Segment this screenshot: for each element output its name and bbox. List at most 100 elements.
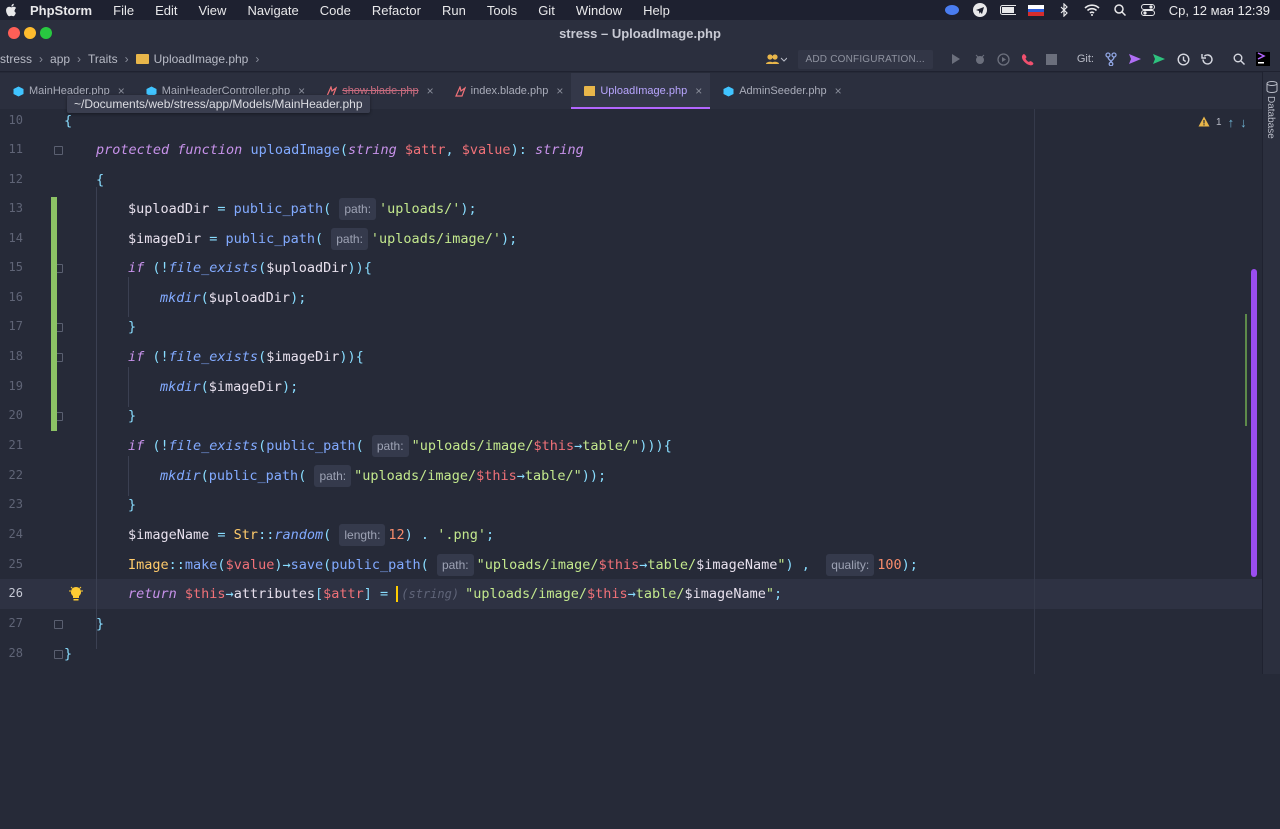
code-line-23: } xyxy=(128,495,136,515)
coverage-icon[interactable] xyxy=(993,49,1015,69)
close-tab-icon[interactable]: × xyxy=(556,84,563,98)
indent-guide xyxy=(96,187,97,649)
menu-view[interactable]: View xyxy=(198,3,226,18)
php-class-icon xyxy=(13,86,24,97)
flag-ru-icon[interactable] xyxy=(1028,3,1044,17)
breadcrumb-app[interactable]: app xyxy=(50,52,70,66)
menu-tools[interactable]: Tools xyxy=(487,3,517,18)
number-literal: 12 xyxy=(388,525,404,545)
code-line-28: } xyxy=(64,644,72,664)
code-line-22: mkdir(public_path( path:"uploads/image/$… xyxy=(160,466,606,486)
close-tab-icon[interactable]: × xyxy=(427,84,434,98)
menubar-clock[interactable]: Ср, 12 мая 12:39 xyxy=(1169,3,1270,18)
menu-run[interactable]: Run xyxy=(442,3,466,18)
param-hint-quality: quality: xyxy=(826,554,874,576)
file-path-tooltip: ~/Documents/web/stress/app/Models/MainHe… xyxy=(67,95,370,113)
trait-file-icon xyxy=(136,54,149,64)
editor-tab[interactable]: UploadImage.php × xyxy=(571,73,710,109)
menu-window[interactable]: Window xyxy=(576,3,622,18)
code-line-21: if (!file_exists(public_path( path:"uplo… xyxy=(128,436,672,456)
ide-logo-icon[interactable] xyxy=(1252,49,1274,69)
chevron-right-icon: › xyxy=(255,52,259,66)
param-hint-length: length: xyxy=(339,524,385,546)
inspection-widget[interactable]: 1 ↑ ↓ xyxy=(1198,115,1247,130)
control-center-icon[interactable] xyxy=(1140,3,1156,17)
breadcrumb-file[interactable]: UploadImage.php xyxy=(154,52,249,66)
code-line-16: mkdir($uploadDir); xyxy=(160,288,306,308)
code-line-17: } xyxy=(128,317,136,337)
search-everywhere-icon[interactable] xyxy=(1228,49,1250,69)
menu-edit[interactable]: Edit xyxy=(155,3,177,18)
string-literal: '.png' xyxy=(437,525,486,545)
code-line-13: $uploadDir = public_path( path:'uploads/… xyxy=(128,199,477,219)
editor-tab[interactable]: AdminSeeder.php × xyxy=(710,73,849,109)
phone-listen-icon[interactable] xyxy=(1017,49,1039,69)
code-content[interactable]: { protected function uploadImage(string … xyxy=(0,109,1262,674)
bluetooth-icon[interactable] xyxy=(1056,3,1072,17)
param-hint-path: path: xyxy=(339,198,376,220)
git-commit-icon[interactable] xyxy=(1148,49,1170,69)
php-class-icon xyxy=(723,86,734,97)
rollback-icon[interactable] xyxy=(1196,49,1218,69)
git-label: Git: xyxy=(1077,53,1094,65)
tab-label: UploadImage.php xyxy=(600,85,687,97)
add-configuration-button[interactable]: ADD CONFIGURATION... xyxy=(798,50,933,69)
chevron-right-icon: › xyxy=(125,52,129,66)
vertical-scrollbar[interactable] xyxy=(1251,269,1257,577)
warning-count: 1 xyxy=(1216,117,1222,128)
menu-refactor[interactable]: Refactor xyxy=(372,3,421,18)
code-line-26: return $this→attributes[$attr] = (string… xyxy=(128,584,782,604)
code-line-27: } xyxy=(96,614,104,634)
battery-icon[interactable] xyxy=(1000,3,1016,17)
right-tool-window-bar: Database xyxy=(1262,72,1280,674)
menu-navigate[interactable]: Navigate xyxy=(247,3,298,18)
lightbulb-icon[interactable] xyxy=(69,586,83,602)
elephant-icon[interactable] xyxy=(944,3,960,17)
editor-tab[interactable]: index.blade.php× xyxy=(442,73,572,109)
code-editor[interactable]: 10111213141516171819202122232425262728 {… xyxy=(0,109,1262,674)
close-tab-icon[interactable]: × xyxy=(695,84,702,98)
debug-icon[interactable] xyxy=(969,49,991,69)
param-hint-path: path: xyxy=(314,465,351,487)
arrow-down-icon[interactable]: ↓ xyxy=(1240,115,1247,130)
arrow-up-icon[interactable]: ↑ xyxy=(1228,115,1235,130)
git-push-icon[interactable] xyxy=(1124,49,1146,69)
stop-icon[interactable] xyxy=(1041,49,1063,69)
breadcrumb: stress › app › Traits › UploadImage.php … xyxy=(0,52,266,66)
code-line-11: protected function uploadImage(string $a… xyxy=(96,140,584,160)
param-hint-path: path: xyxy=(437,554,474,576)
tab-label: AdminSeeder.php xyxy=(739,85,826,97)
code-line-18: if (!file_exists($imageDir)){ xyxy=(128,347,364,367)
run-icon[interactable] xyxy=(945,49,967,69)
menu-code[interactable]: Code xyxy=(320,3,351,18)
users-icon[interactable] xyxy=(762,49,790,69)
indent-guide xyxy=(128,367,129,407)
code-line-12: { xyxy=(96,170,104,190)
code-line-14: $imageDir = public_path( path:'uploads/i… xyxy=(128,229,517,249)
breadcrumb-traits[interactable]: Traits xyxy=(88,52,118,66)
close-tab-icon[interactable]: × xyxy=(835,84,842,98)
string-literal: 'uploads/' xyxy=(379,199,460,219)
code-line-19: mkdir($imageDir); xyxy=(160,377,298,397)
menu-git[interactable]: Git xyxy=(538,3,555,18)
code-line-15: if (!file_exists($uploadDir)){ xyxy=(128,258,372,278)
menu-file[interactable]: File xyxy=(113,3,134,18)
php-trait-icon xyxy=(584,86,595,97)
window-titlebar: stress – UploadImage.php xyxy=(0,20,1280,46)
wifi-icon[interactable] xyxy=(1084,3,1100,17)
database-icon[interactable] xyxy=(1266,80,1278,92)
git-branch-icon[interactable] xyxy=(1100,49,1122,69)
search-icon[interactable] xyxy=(1112,3,1128,17)
apple-icon[interactable] xyxy=(4,2,18,18)
string-literal: 'uploads/image/' xyxy=(371,229,501,249)
indent-guide xyxy=(128,277,129,317)
database-tool-label[interactable]: Database xyxy=(1265,96,1276,139)
menu-help[interactable]: Help xyxy=(643,3,670,18)
chevron-right-icon: › xyxy=(77,52,81,66)
breadcrumb-project[interactable]: stress xyxy=(0,52,32,66)
menu-app-name[interactable]: PhpStorm xyxy=(30,3,92,18)
history-icon[interactable] xyxy=(1172,49,1194,69)
code-line-20: } xyxy=(128,406,136,426)
indent-guide xyxy=(128,456,129,496)
telegram-icon[interactable] xyxy=(972,3,988,17)
